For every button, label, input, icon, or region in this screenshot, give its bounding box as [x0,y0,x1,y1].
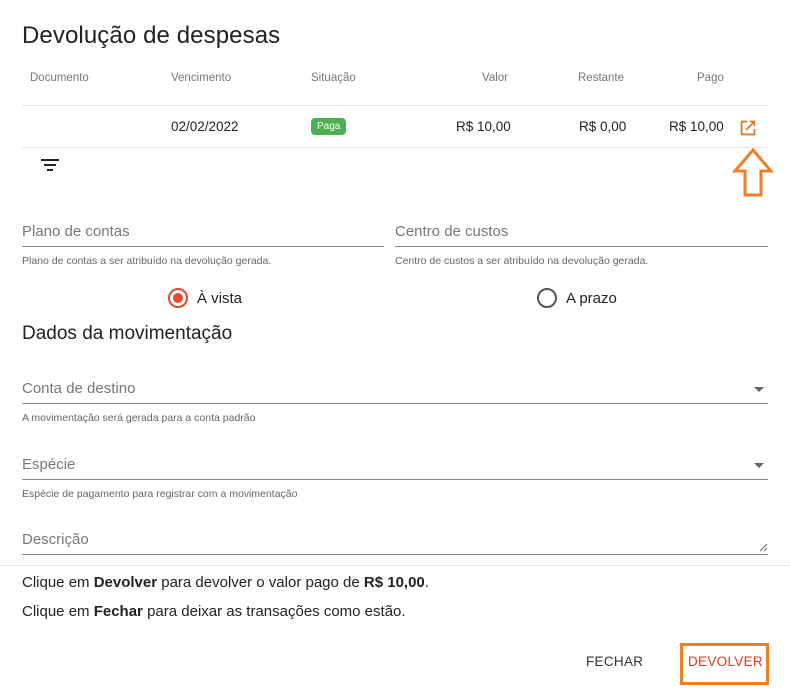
status-badge: Paga [311,118,347,135]
table-header: Documento Vencimento Situação Valor Rest… [22,60,768,106]
plano-de-contas-field[interactable]: Plano de contas Plano de contas a ser at… [22,223,384,273]
radio-a-prazo[interactable]: A prazo [537,288,617,308]
conta-destino-select[interactable]: Conta de destino A movimentação será ger… [22,380,768,430]
footer-message-devolver: Clique em Devolver para devolver o valor… [22,574,429,591]
open-in-new-icon[interactable] [737,117,759,139]
plano-de-contas-label: Plano de contas [22,223,130,240]
radio-a-prazo-label: A prazo [566,289,617,307]
page-title: Devolução de despesas [22,22,281,49]
radio-a-vista-label: À vista [197,289,243,307]
section-title: Dados da movimentação [22,323,233,344]
cell-restante: R$ 0,00 [579,119,627,134]
footer-divider [0,565,790,566]
filter-icon[interactable] [40,156,60,174]
col-pago: Pago [697,72,724,84]
col-documento: Documento [30,72,89,84]
col-situacao: Situação [311,72,356,84]
plano-de-contas-hint: Plano de contas a ser atribuído na devol… [22,255,272,267]
radio-a-vista-circle [168,288,188,308]
conta-destino-label: Conta de destino [22,380,136,397]
especie-hint: Espécie de pagamento para registrar com … [22,488,298,500]
conta-destino-hint: A movimentação será gerada para a conta … [22,412,256,424]
especie-label: Espécie [22,456,76,473]
resize-handle-icon[interactable] [758,542,768,552]
col-vencimento: Vencimento [171,72,232,84]
devolver-button[interactable]: DEVOLVER [688,654,763,669]
arrow-up-icon [732,148,774,197]
col-valor: Valor [482,72,508,84]
especie-select[interactable]: Espécie Espécie de pagamento para regist… [22,456,768,506]
cell-pago: R$ 10,00 [669,119,724,134]
table-row[interactable]: 02/02/2022 Paga R$ 10,00 R$ 0,00 R$ 10,0… [22,106,768,148]
radio-a-vista[interactable]: À vista [168,288,242,308]
centro-de-custos-field[interactable]: Centro de custos Centro de custos a ser … [395,223,768,273]
descricao-label: Descrição [22,531,89,548]
col-restante: Restante [578,72,625,84]
transactions-table: Documento Vencimento Situação Valor Rest… [22,60,768,148]
fechar-button[interactable]: FECHAR [586,654,643,669]
dropdown-arrow-icon[interactable] [754,387,764,392]
radio-a-prazo-circle [537,288,557,308]
dropdown-arrow-icon[interactable] [754,463,764,468]
centro-de-custos-hint: Centro de custos a ser atribuído na devo… [395,255,649,267]
centro-de-custos-label: Centro de custos [395,223,509,240]
descricao-textarea[interactable]: Descrição [22,531,768,561]
footer-message-fechar: Clique em Fechar para deixar as transaçõ… [22,603,406,620]
cell-valor: R$ 10,00 [456,119,511,134]
cell-vencimento: 02/02/2022 [171,119,239,134]
